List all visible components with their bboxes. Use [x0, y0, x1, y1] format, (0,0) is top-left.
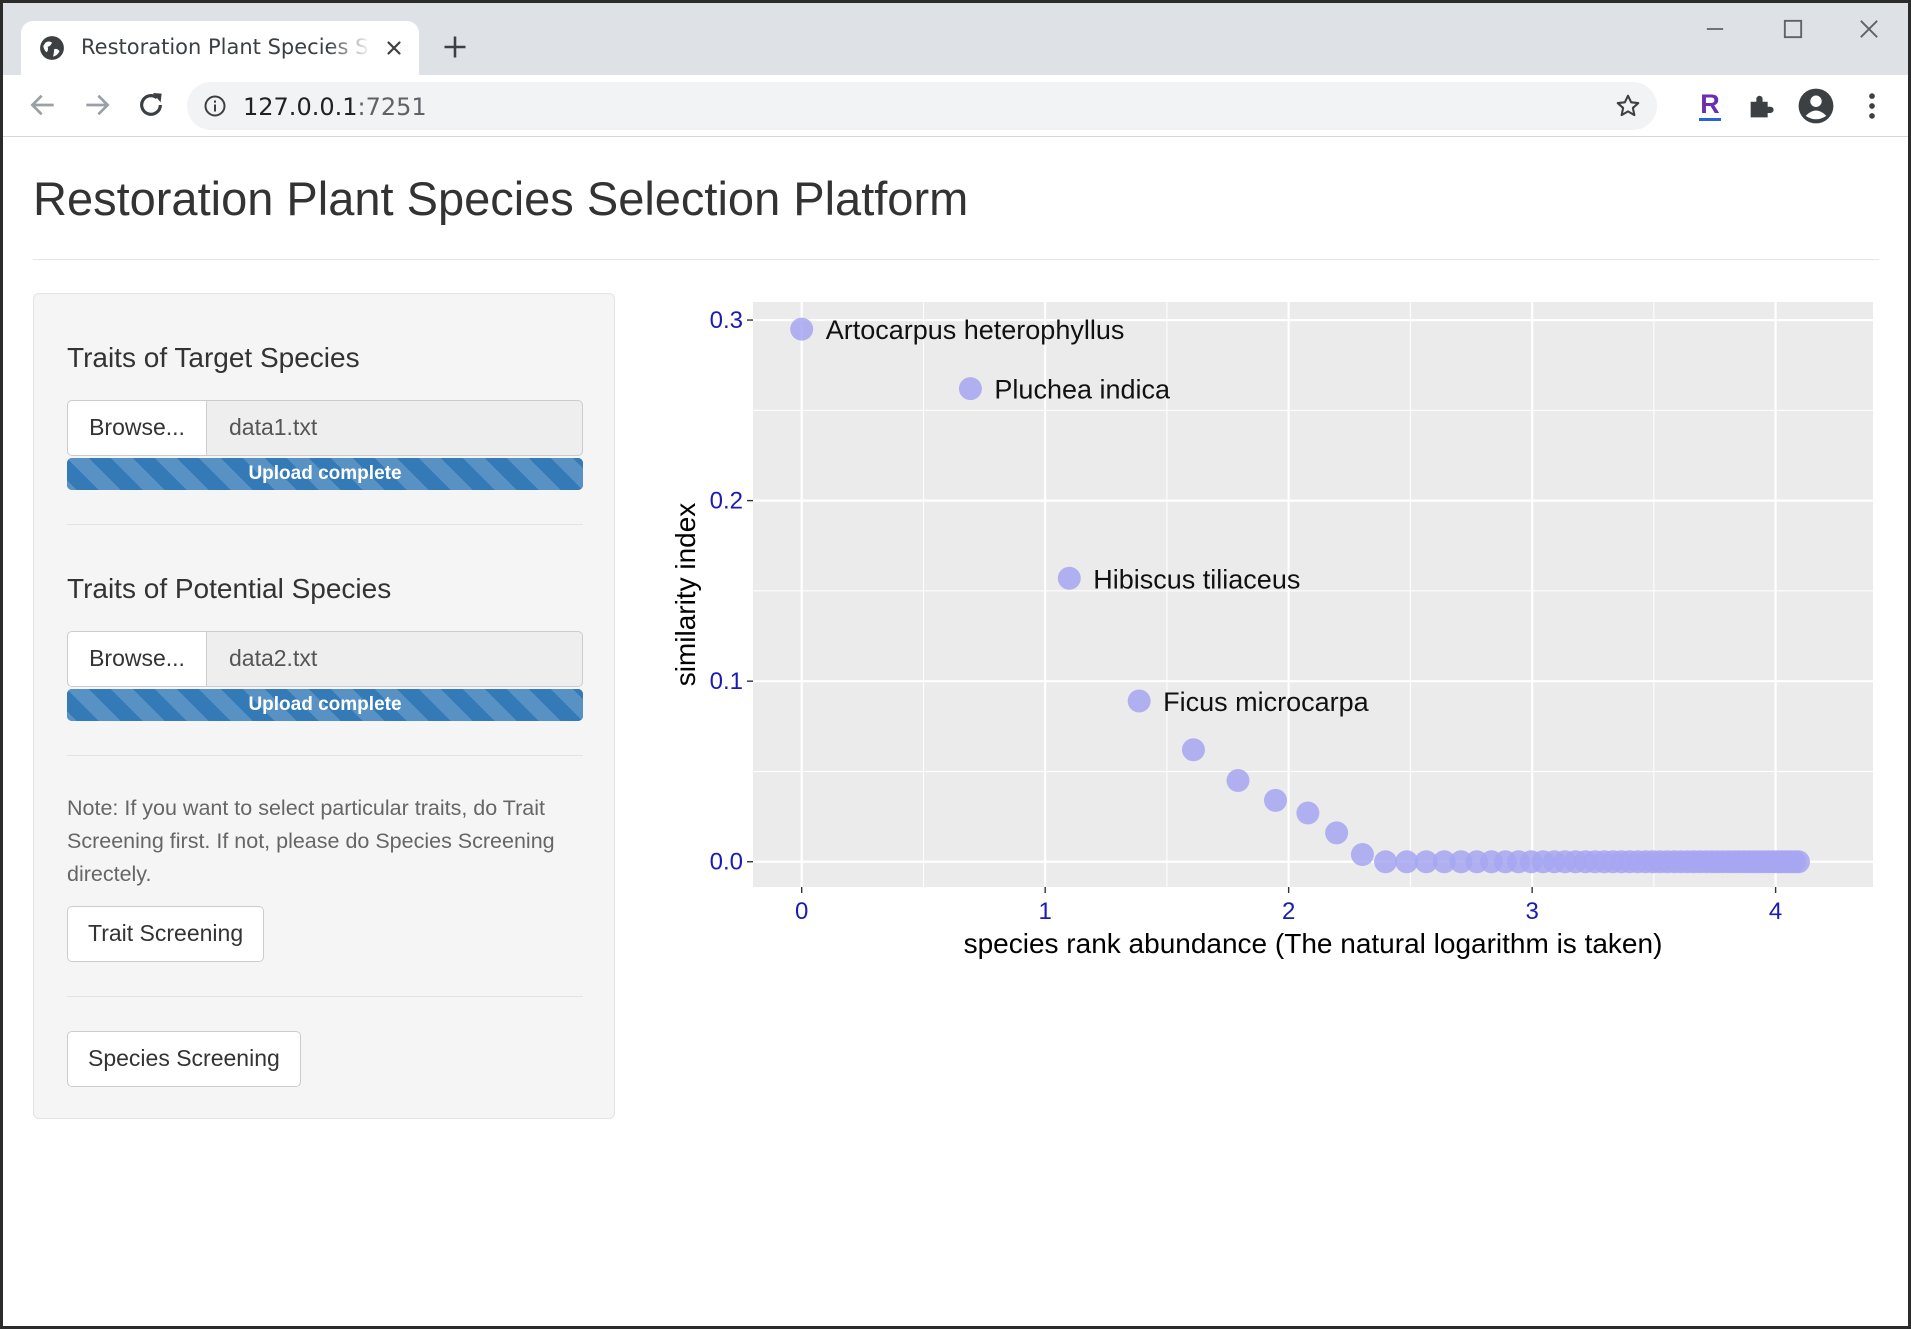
y-axis-label: similarity index: [670, 503, 701, 687]
x-tick-label: 2: [1282, 898, 1295, 925]
point-label: Hibiscus tiliaceus: [1093, 564, 1300, 594]
target-file-name[interactable]: data1.txt: [206, 400, 583, 456]
puzzle-icon[interactable]: [1745, 89, 1779, 123]
data-point: [1325, 821, 1349, 845]
target-progress-text: Upload complete: [248, 463, 402, 484]
globe-icon: [40, 36, 64, 60]
trait-screening-button[interactable]: Trait Screening: [67, 906, 265, 962]
x-axis-label: species rank abundance (The natural loga…: [964, 928, 1663, 959]
info-icon[interactable]: [203, 94, 227, 118]
data-point: [1127, 689, 1151, 713]
potential-file-input[interactable]: Browse... data2.txt: [67, 631, 583, 687]
page-title: Restoration Plant Species Selection Plat…: [33, 172, 969, 225]
target-upload-progress: Upload complete: [67, 458, 583, 490]
close-icon[interactable]: [383, 37, 405, 59]
r-extension-icon[interactable]: R: [1696, 89, 1724, 123]
point-label: Pluchea indica: [994, 375, 1171, 405]
point-label: Artocarpus heterophyllus: [826, 315, 1125, 345]
data-point: [1057, 566, 1081, 590]
back-arrow-icon[interactable]: [27, 89, 59, 121]
url-port: :7251: [357, 93, 427, 121]
maximize-icon[interactable]: [1779, 15, 1807, 43]
data-point: [1264, 788, 1288, 812]
point-label: Ficus microcarpa: [1163, 687, 1370, 717]
window-close-icon[interactable]: [1855, 15, 1883, 43]
x-tick-label: 3: [1525, 898, 1538, 925]
target-file-input[interactable]: Browse... data1.txt: [67, 400, 583, 456]
y-tick-label: 0.3: [710, 307, 743, 334]
forward-arrow-icon[interactable]: [81, 89, 113, 121]
plot-panel: [753, 302, 1873, 887]
data-point: [958, 377, 982, 401]
screening-note: Note: If you want to select particular t…: [67, 796, 555, 886]
data-point: [1374, 850, 1398, 874]
potential-progress-text: Upload complete: [248, 694, 402, 715]
target-browse-button[interactable]: Browse...: [67, 400, 207, 456]
url-text[interactable]: 127.0.0.1:7251: [243, 93, 427, 121]
address-bar[interactable]: 127.0.0.1:7251: [187, 82, 1657, 130]
browser-toolbar: 127.0.0.1:7251 R: [3, 75, 1908, 137]
data-point: [1786, 850, 1810, 874]
browser-window: Restoration Plant Species Selection Plat…: [0, 0, 1911, 1329]
x-tick-label: 0: [795, 898, 808, 925]
section-divider: [67, 524, 583, 525]
y-tick-label: 0.2: [710, 488, 743, 515]
reload-icon[interactable]: [135, 89, 167, 121]
title-divider: [33, 259, 1879, 260]
potential-traits-label: Traits of Potential Species: [67, 573, 392, 604]
tab-title: Restoration Plant Species Selection Plat…: [81, 35, 371, 59]
minimize-icon[interactable]: [1701, 15, 1729, 43]
tab-strip: Restoration Plant Species Selection Plat…: [3, 3, 1908, 75]
potential-browse-button[interactable]: Browse...: [67, 631, 207, 687]
new-tab-icon[interactable]: [441, 33, 469, 61]
similarity-scatter-plot: 0 1 2 3 4 0.0 0.1 0.2 0.3 species rank abundance …: [670, 302, 1873, 959]
data-point: [790, 317, 814, 341]
potential-upload-progress: Upload complete: [67, 689, 583, 721]
sidebar-panel: Traits of Target Species Browse... data1…: [33, 293, 615, 1119]
section-divider: [67, 755, 583, 756]
target-traits-label: Traits of Target Species: [67, 342, 360, 373]
section-divider: [67, 996, 583, 997]
data-point: [1296, 801, 1320, 825]
browser-tab[interactable]: Restoration Plant Species Selection Plat…: [21, 21, 419, 75]
star-icon[interactable]: [1615, 93, 1641, 119]
potential-file-name[interactable]: data2.txt: [206, 631, 583, 687]
data-point: [1350, 843, 1374, 866]
y-tick-label: 0.0: [710, 849, 743, 876]
account-icon[interactable]: [1797, 87, 1835, 125]
y-tick-label: 0.1: [710, 668, 743, 695]
data-point: [1181, 738, 1205, 762]
species-screening-button[interactable]: Species Screening: [67, 1031, 301, 1087]
url-host: 127.0.0.1: [243, 93, 358, 121]
x-tick-label: 1: [1038, 898, 1051, 925]
data-point: [1226, 768, 1250, 792]
kebab-menu-icon[interactable]: [1855, 89, 1889, 123]
x-tick-label: 4: [1769, 898, 1782, 925]
